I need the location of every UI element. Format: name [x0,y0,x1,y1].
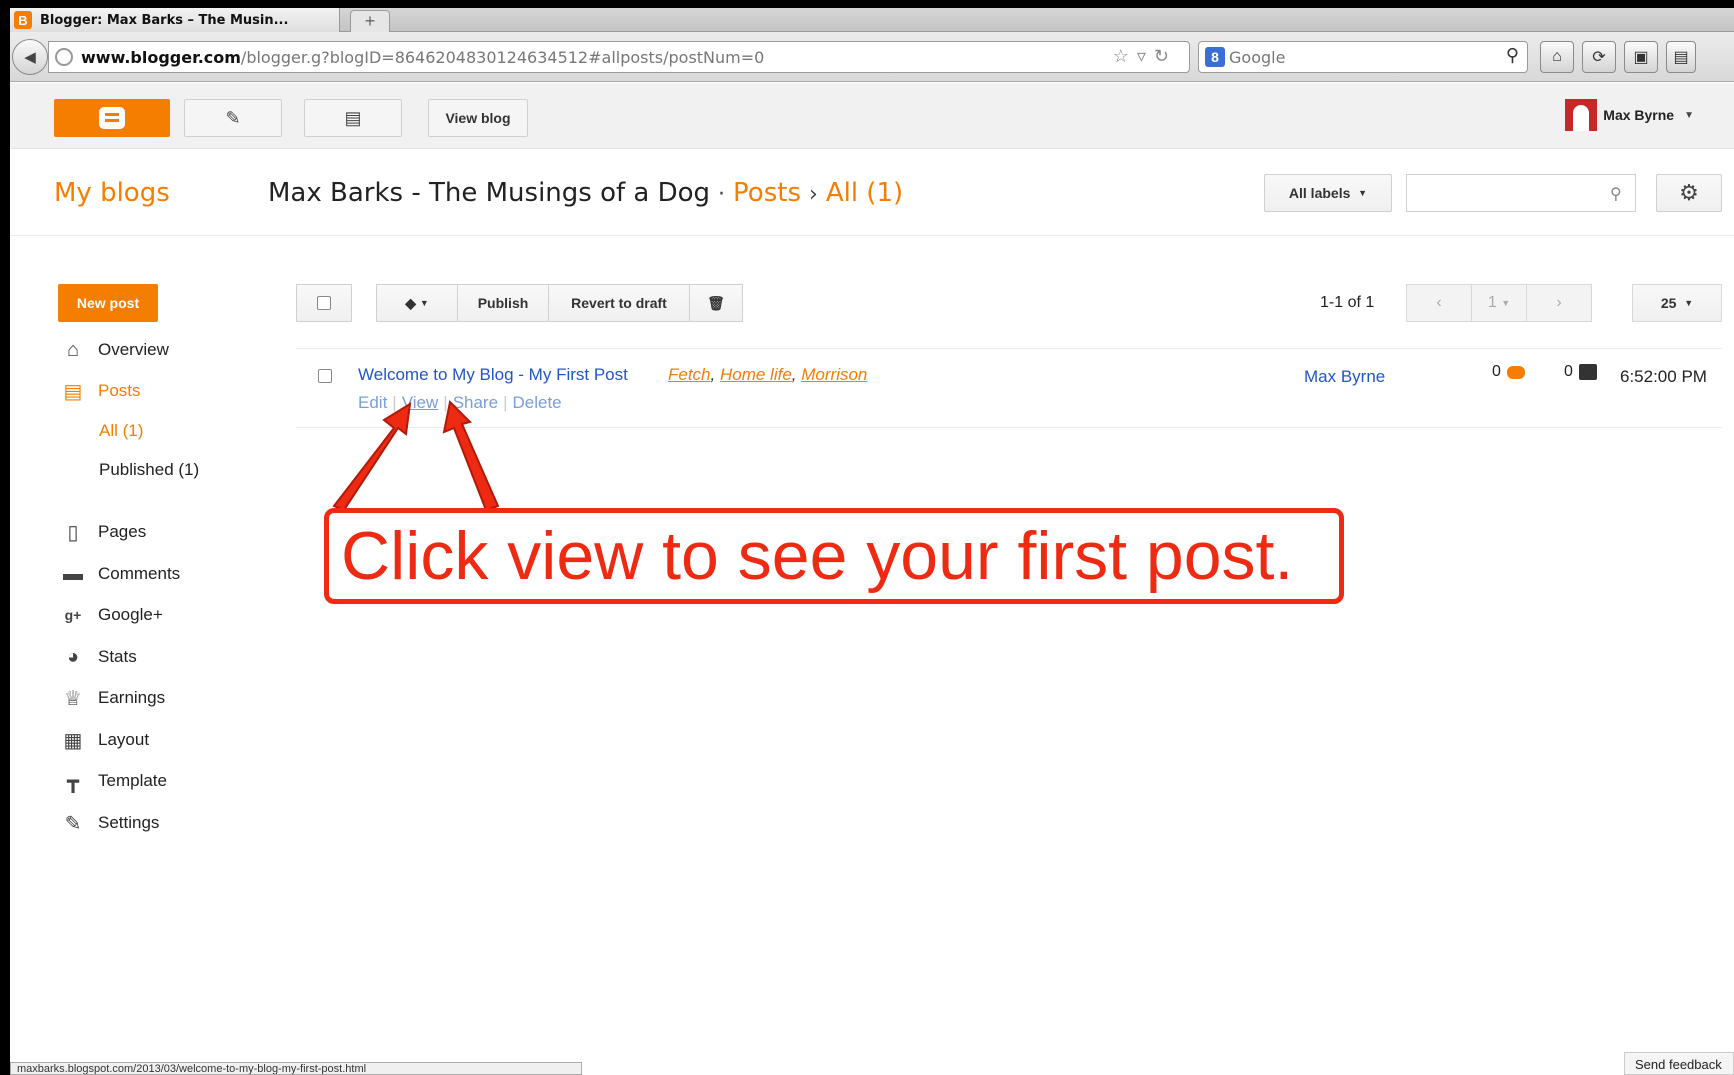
send-feedback-button[interactable]: Send feedback [1624,1052,1734,1075]
annotation-text: Click view to see your first post. [341,518,1294,594]
browser-window: B Blogger: Max Barks – The Musin... + ◀ … [10,8,1734,1075]
arrow-left [332,402,412,512]
status-bar: maxbarks.blogspot.com/2013/03/welcome-to… [10,1062,582,1075]
arrow-right [442,399,500,512]
annotation-callout: Click view to see your first post. [324,508,1344,604]
